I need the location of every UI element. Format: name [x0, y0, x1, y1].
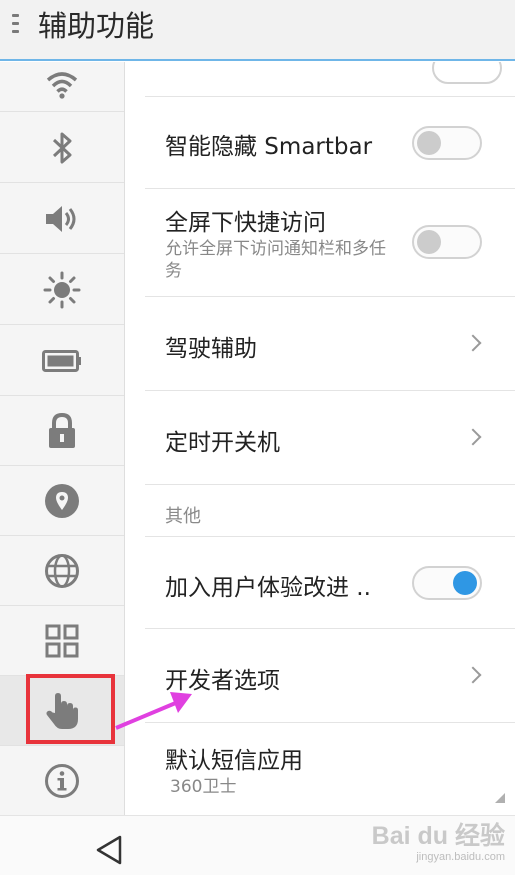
wifi-icon — [46, 71, 78, 99]
chevron-right-icon — [464, 334, 482, 352]
ux-program-toggle[interactable] — [412, 566, 482, 600]
globe-icon — [45, 553, 79, 588]
brightness-icon — [43, 271, 81, 308]
sidebar-item-language[interactable] — [0, 536, 124, 606]
watermark-url: jingyan.baidu.com — [416, 851, 505, 863]
menu-handle-icon[interactable] — [12, 14, 20, 40]
sidebar-item-security[interactable] — [0, 396, 124, 466]
section-header-other: 其他 — [165, 506, 201, 527]
list-item-timer-power[interactable]: 定时开关机 — [145, 391, 515, 485]
sidebar-item-bluetooth[interactable] — [0, 113, 124, 183]
sidebar-item-apps[interactable] — [0, 606, 124, 676]
list-item-smartbar[interactable]: 智能隐藏 Smartbar — [145, 97, 515, 189]
quick-access-label: 全屏下快捷访问 — [165, 210, 326, 236]
dropdown-corner-icon — [495, 793, 505, 803]
sidebar-item-sound[interactable] — [0, 184, 124, 254]
info-icon — [45, 763, 79, 798]
toggle-knob — [417, 230, 441, 254]
volume-icon — [46, 205, 76, 232]
ux-program-label: 加入用户体验改进 .. — [165, 575, 371, 601]
apps-grid-icon — [45, 624, 79, 657]
partial-toggle[interactable] — [432, 62, 502, 84]
settings-list: 智能隐藏 Smartbar 全屏下快捷访问 允许全屏下访问通知栏和多任务 驾驶辅… — [125, 62, 515, 815]
smartbar-label: 智能隐藏 Smartbar — [165, 134, 373, 160]
quick-access-toggle[interactable] — [412, 225, 482, 259]
list-item-developer[interactable]: 开发者选项 — [145, 629, 515, 723]
sidebar-item-wifi[interactable] — [0, 44, 124, 112]
watermark: Bai du 经验 jingyan.baidu.com — [372, 822, 505, 864]
sidebar-item-location[interactable] — [0, 466, 124, 536]
toggle-knob — [453, 571, 477, 595]
sidebar-item-about[interactable] — [0, 746, 124, 816]
list-item-sms-app[interactable]: 默认短信应用 360卫士 — [145, 723, 515, 815]
chevron-right-icon — [464, 666, 482, 684]
lock-icon — [49, 412, 75, 448]
chevron-right-icon — [464, 428, 482, 446]
smartbar-toggle[interactable] — [412, 126, 482, 160]
sidebar-item-battery[interactable] — [0, 326, 124, 396]
toggle-knob — [417, 131, 441, 155]
quick-access-subtitle: 允许全屏下访问通知栏和多任务 — [165, 239, 386, 281]
back-icon[interactable] — [94, 834, 124, 866]
highlight-box — [26, 674, 115, 744]
list-item-quick-access[interactable]: 全屏下快捷访问 允许全屏下访问通知栏和多任务 — [145, 189, 515, 297]
list-item-driving[interactable]: 驾驶辅助 — [145, 297, 515, 391]
timer-power-label: 定时开关机 — [165, 430, 280, 456]
developer-label: 开发者选项 — [165, 668, 280, 694]
sms-app-subtitle: 360卫士 — [170, 777, 237, 797]
location-icon — [45, 483, 79, 518]
battery-icon — [42, 349, 81, 372]
list-item-ux-program[interactable]: 加入用户体验改进 .. — [145, 536, 515, 629]
bluetooth-icon — [52, 132, 72, 163]
list-item-partial — [145, 62, 515, 97]
watermark-brand: Bai du 经验 — [371, 822, 505, 850]
bottom-nav-bar: Bai du 经验 jingyan.baidu.com — [0, 815, 515, 875]
sidebar-item-display[interactable] — [0, 255, 124, 325]
page-title: 辅助功能 — [38, 9, 155, 43]
driving-label: 驾驶辅助 — [165, 336, 257, 362]
sms-app-label: 默认短信应用 — [165, 748, 303, 774]
